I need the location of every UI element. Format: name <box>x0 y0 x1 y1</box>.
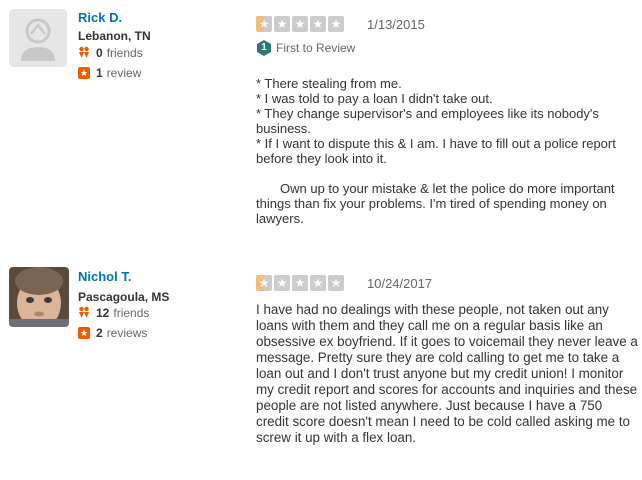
user-name[interactable]: Rick D. <box>78 10 122 25</box>
friends-number: 12 <box>96 305 110 320</box>
avatar[interactable] <box>9 267 69 327</box>
review-item: Nichol T. Pascagoula, MS 12 friends ★ 2 … <box>0 258 642 480</box>
review-paragraph: * If I want to dispute this & I am. I ha… <box>256 136 616 166</box>
reviews-count: ★ 1 review <box>78 65 141 80</box>
reviews-count: ★ 2 reviews <box>78 325 147 340</box>
user-photo <box>9 267 69 327</box>
friends-label: friends <box>113 305 150 320</box>
review-paragraph: * I was told to pay a loan I didn't take… <box>256 91 493 106</box>
review-paragraph: I have had no dealings with these people… <box>256 302 638 445</box>
first-to-review-icon: 1 <box>257 40 271 56</box>
star-icon: ★ <box>310 275 326 291</box>
friends-count: 12 friends <box>78 305 149 320</box>
friends-label: friends <box>106 45 143 60</box>
review-date: 10/24/2017 <box>367 276 433 291</box>
star-icon: ★ <box>256 16 272 32</box>
reviews-label: review <box>106 65 142 80</box>
review-paragraph: * They change supervisor's and employees… <box>256 106 599 136</box>
friends-icon <box>78 306 90 319</box>
review-paragraph: * There stealing from me. <box>256 76 402 91</box>
user-location: Pascagoula, MS <box>78 290 170 304</box>
avatar[interactable] <box>9 9 67 67</box>
review-text: * There stealing from me. * I was told t… <box>256 76 638 226</box>
star-rating: ★ ★ ★ ★ ★ <box>256 16 346 32</box>
review-paragraph: Own up to your mistake & let the police … <box>256 181 615 226</box>
star-icon: ★ <box>274 16 290 32</box>
friends-number: 0 <box>96 45 103 60</box>
star-icon: ★ <box>328 16 344 32</box>
friends-icon <box>78 46 90 59</box>
star-icon: ★ <box>328 275 344 291</box>
reviews-number: 1 <box>96 65 103 80</box>
star-icon: ★ <box>256 275 272 291</box>
review-text: I have had no dealings with these people… <box>256 302 638 446</box>
first-to-review-badge: 1 First to Review <box>257 40 355 56</box>
review-date: 1/13/2015 <box>367 17 425 32</box>
review-item: Rick D. Lebanon, TN 0 friends ★ 1 review… <box>0 0 642 255</box>
star-icon: ★ <box>292 275 308 291</box>
review-icon: ★ <box>78 66 90 79</box>
reviews-number: 2 <box>96 325 103 340</box>
user-location: Lebanon, TN <box>78 29 151 43</box>
first-to-review-label: First to Review <box>276 41 356 55</box>
review-icon: ★ <box>78 326 90 339</box>
star-icon: ★ <box>274 275 290 291</box>
reviews-label: reviews <box>106 325 148 340</box>
default-avatar-icon <box>21 18 55 61</box>
user-name[interactable]: Nichol T. <box>78 269 131 284</box>
friends-count: 0 friends <box>78 45 143 60</box>
star-icon: ★ <box>310 16 326 32</box>
star-rating: ★ ★ ★ ★ ★ <box>256 275 346 291</box>
star-icon: ★ <box>292 16 308 32</box>
